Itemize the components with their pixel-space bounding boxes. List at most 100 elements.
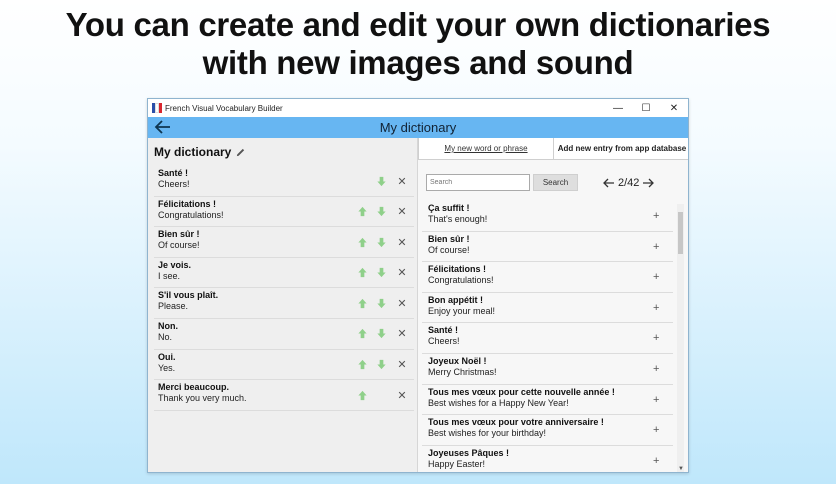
entry-english: Happy Easter! xyxy=(428,458,486,469)
close-icon[interactable]: ✕ xyxy=(396,236,408,249)
database-entry[interactable]: Bien sûr ! Of course! + xyxy=(422,232,673,263)
dictionary-entry[interactable]: Bien sûr ! Of course! ✕ xyxy=(154,227,414,258)
arrow-down-icon[interactable] xyxy=(375,359,387,371)
entry-french: Tous mes vœux pour cette nouvelle année … xyxy=(428,386,615,397)
plus-icon[interactable]: + xyxy=(653,394,659,406)
plus-icon[interactable]: + xyxy=(653,424,659,436)
scrollbar[interactable]: ▼ xyxy=(677,204,684,472)
arrow-up-icon[interactable] xyxy=(356,328,368,340)
database-entry[interactable]: Ça suffit ! That's enough! + xyxy=(422,201,673,232)
entry-english: Best wishes for a Happy New Year! xyxy=(428,397,569,408)
entry-french: Merci beaucoup. xyxy=(158,382,230,393)
database-entry[interactable]: Santé ! Cheers! + xyxy=(422,323,673,354)
dictionary-entry-list: Santé ! Cheers! ✕ Félicitations ! Congratula… xyxy=(154,166,414,411)
page-indicator: 2/42 xyxy=(618,176,640,189)
database-entry[interactable]: Bon appétit ! Enjoy your meal! + xyxy=(422,293,673,324)
arrow-left-icon[interactable] xyxy=(154,118,172,136)
maximize-button[interactable]: ☐ xyxy=(632,99,660,117)
entry-english: Best wishes for your birthday! xyxy=(428,428,547,439)
app-window: French Visual Vocabulary Builder — ☐ ✕ M… xyxy=(147,98,689,473)
close-icon[interactable]: ✕ xyxy=(396,328,408,340)
arrow-up-icon[interactable] xyxy=(356,236,368,248)
database-entry[interactable]: Félicitations ! Congratulations! + xyxy=(422,262,673,293)
scrollbar-thumb[interactable] xyxy=(678,212,683,254)
database-entry-list: Ça suffit ! That's enough! + Bien sûr ! Of c… xyxy=(422,201,673,469)
arrow-up-icon[interactable] xyxy=(356,267,368,279)
arrow-down-icon[interactable] xyxy=(375,236,387,248)
dictionary-entry[interactable]: Félicitations ! Congratulations! ✕ xyxy=(154,197,414,228)
headline: You can create and edit your own diction… xyxy=(0,6,836,82)
tab-new-word[interactable]: My new word or phrase xyxy=(418,138,554,160)
plus-icon[interactable]: + xyxy=(653,241,659,253)
entry-english: That's enough! xyxy=(428,214,488,224)
close-icon[interactable]: ✕ xyxy=(396,267,408,279)
arrow-up-icon[interactable] xyxy=(356,297,368,309)
close-window-button[interactable]: ✕ xyxy=(660,99,688,117)
window-title: French Visual Vocabulary Builder xyxy=(165,103,283,113)
entry-english: Enjoy your meal! xyxy=(428,305,496,316)
dictionary-entry[interactable]: Santé ! Cheers! ✕ xyxy=(154,166,414,197)
dictionary-entry[interactable]: Je vois. I see. ✕ xyxy=(154,258,414,289)
dictionary-entry[interactable]: Oui. Yes. ✕ xyxy=(154,350,414,381)
search-input[interactable] xyxy=(426,174,530,191)
close-icon[interactable]: ✕ xyxy=(396,389,408,402)
dictionary-title-text: My dictionary xyxy=(154,145,232,159)
database-entry[interactable]: Tous mes vœux pour cette nouvelle année … xyxy=(422,385,673,416)
tab-app-database[interactable]: Add new entry from app database xyxy=(554,138,688,160)
entry-french: Santé ! xyxy=(428,325,459,336)
plus-icon[interactable]: + xyxy=(653,210,659,222)
app-flag-icon xyxy=(152,103,163,113)
arrow-down-icon[interactable] xyxy=(375,175,387,187)
entry-french: Tous mes vœux pour votre anniversaire ! xyxy=(428,417,604,428)
close-icon[interactable]: ✕ xyxy=(396,359,408,371)
arrow-right-icon[interactable] xyxy=(641,176,655,190)
arrow-down-icon[interactable] xyxy=(375,267,387,279)
arrow-left-icon[interactable] xyxy=(602,176,616,190)
close-icon[interactable]: ✕ xyxy=(396,297,408,310)
dictionary-title: My dictionary xyxy=(154,145,246,159)
entry-french: Bien sûr ! xyxy=(428,233,470,244)
entry-english: Cheers! xyxy=(428,336,460,347)
arrow-up-icon[interactable] xyxy=(356,389,368,401)
app-bar-title: My dictionary xyxy=(379,120,457,135)
entry-french: Bon appétit ! xyxy=(428,294,483,305)
plus-icon[interactable]: + xyxy=(653,302,659,314)
arrow-up-icon[interactable] xyxy=(356,359,368,371)
title-bar: French Visual Vocabulary Builder — ☐ ✕ xyxy=(148,99,688,117)
arrow-up-icon[interactable] xyxy=(356,206,368,218)
add-entry-pane: My new word or phrase Add new entry from… xyxy=(418,138,688,472)
plus-icon[interactable]: + xyxy=(653,271,659,283)
search-button[interactable]: Search xyxy=(533,174,578,191)
arrow-down-icon[interactable] xyxy=(375,328,387,340)
plus-icon[interactable]: + xyxy=(653,363,659,375)
dictionary-entry[interactable]: Non. No. ✕ xyxy=(154,319,414,350)
entry-english: Of course! xyxy=(428,244,470,255)
close-icon[interactable]: ✕ xyxy=(396,175,408,188)
entry-french: Joyeuses Pâques ! xyxy=(428,447,510,458)
database-entry[interactable]: Joyeux Noël ! Merry Christmas! + xyxy=(422,354,673,385)
entry-french: Joyeux Noël ! xyxy=(428,355,487,366)
pencil-icon[interactable] xyxy=(235,147,246,158)
close-icon[interactable]: ✕ xyxy=(396,206,408,218)
entry-source-tabs: My new word or phrase Add new entry from… xyxy=(418,138,688,160)
database-entry[interactable]: Joyeuses Pâques ! Happy Easter! + xyxy=(422,446,673,469)
plus-icon[interactable]: + xyxy=(653,455,659,467)
dictionary-entry[interactable]: S'il vous plaît. Please. ✕ xyxy=(154,288,414,319)
minimize-button[interactable]: — xyxy=(604,99,632,117)
plus-icon[interactable]: + xyxy=(653,332,659,344)
pagination: 2/42 xyxy=(602,174,655,191)
headline-line-2: with new images and sound xyxy=(202,44,634,81)
headline-line-1: You can create and edit your own diction… xyxy=(65,6,771,43)
arrow-down-icon[interactable] xyxy=(375,206,387,218)
entry-english: Thank you very much. xyxy=(158,393,247,404)
entry-french: Félicitations ! xyxy=(428,264,487,275)
app-bar: My dictionary xyxy=(148,117,688,138)
dictionary-entry[interactable]: Merci beaucoup. Thank you very much. ✕ xyxy=(154,380,414,411)
database-entry[interactable]: Tous mes vœux pour votre anniversaire ! B… xyxy=(422,415,673,446)
arrow-down-icon[interactable] xyxy=(375,297,387,309)
entry-english: Merry Christmas! xyxy=(428,366,497,377)
entry-french: Ça suffit ! xyxy=(428,203,470,213)
scroll-down-icon[interactable]: ▼ xyxy=(678,466,684,472)
my-dictionary-pane: My dictionary Santé ! Cheers! ✕ Félicitatio… xyxy=(148,138,418,472)
entry-english: Congratulations! xyxy=(428,275,494,286)
